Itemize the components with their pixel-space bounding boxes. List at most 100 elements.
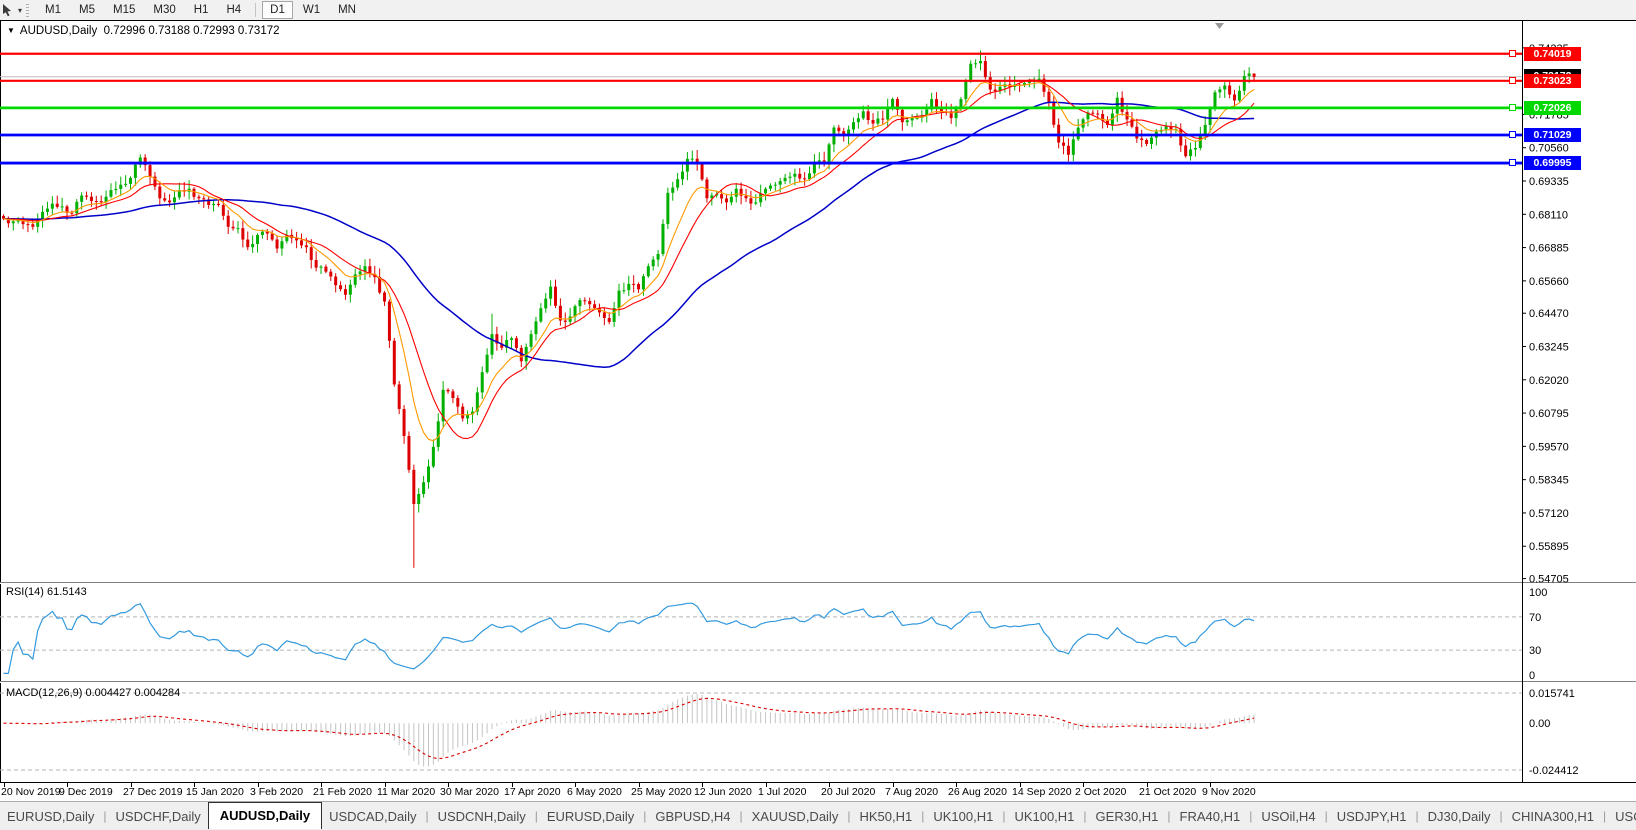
x-axis-date-label: 21 Oct 2020: [1139, 786, 1196, 798]
svg-text:0.59570: 0.59570: [1529, 441, 1569, 453]
svg-text:0.60795: 0.60795: [1529, 408, 1569, 420]
rsi-panel: 10070300: [0, 587, 1547, 682]
panel-frames: [0, 20, 1636, 801]
x-axis-date-label: 6 May 2020: [567, 786, 622, 798]
symbol-tab-UK100-H1[interactable]: UK100,H1: [1007, 803, 1081, 830]
x-axis-date-label: 25 May 2020: [631, 786, 692, 798]
timeframe-button-M5[interactable]: M5: [71, 1, 103, 19]
symbol-tab-FRA40-H1[interactable]: FRA40,H1: [1173, 803, 1248, 830]
tool-dropdown-caret-icon[interactable]: ▾: [18, 6, 22, 15]
svg-text:0.55895: 0.55895: [1529, 541, 1569, 553]
timeframe-button-M1[interactable]: M1: [37, 1, 69, 19]
symbol-tab-UK100-H1[interactable]: UK100,H1: [926, 803, 1000, 830]
x-axis-date-label: 26 Aug 2020: [948, 786, 1007, 798]
rsi-indicator-label: RSI(14) 61.5143: [6, 586, 87, 598]
tab-separator: |: [1247, 809, 1254, 823]
svg-text:0.66885: 0.66885: [1529, 243, 1569, 255]
symbol-tab-EURUSD-Daily[interactable]: EURUSD,Daily: [540, 803, 641, 830]
svg-text:70: 70: [1529, 612, 1541, 624]
symbol-tab-GBPUSD-H4[interactable]: GBPUSD,H4: [648, 803, 737, 830]
symbol-tab-AUDUSD-Daily[interactable]: AUDUSD,Daily: [208, 802, 322, 829]
symbol-tab-DJ30-Daily[interactable]: DJ30,Daily: [1421, 803, 1498, 830]
price-line-tag-0.73023[interactable]: 0.73023: [1524, 74, 1581, 88]
svg-text:0.70560: 0.70560: [1529, 143, 1569, 155]
svg-text:-0.024412: -0.024412: [1529, 765, 1579, 777]
tab-separator: |: [533, 809, 540, 823]
chart-ohlc-values: 0.72996 0.73188 0.72993 0.73172: [104, 25, 280, 37]
symbol-tab-USDJPY-H1[interactable]: USDJPY,H1: [1330, 803, 1414, 830]
price-line-tag-0.69995[interactable]: 0.69995: [1524, 156, 1581, 170]
svg-text:0.63245: 0.63245: [1529, 342, 1569, 354]
svg-text:0.58345: 0.58345: [1529, 475, 1569, 487]
tab-separator: |: [1498, 809, 1505, 823]
tab-separator: |: [1081, 809, 1088, 823]
x-axis-date-label: 21 Feb 2020: [313, 786, 372, 798]
svg-text:0: 0: [1529, 670, 1535, 682]
candlestick-series: [2, 50, 1256, 567]
symbol-tab-USOil-H4[interactable]: USOil,H4: [1254, 803, 1322, 830]
ma-line-sma45: [4, 102, 1255, 367]
cursor-tool-icon[interactable]: [1, 3, 16, 17]
toolbar-grip-handle[interactable]: [26, 4, 29, 17]
svg-text:30: 30: [1529, 645, 1541, 657]
svg-text:0.64470: 0.64470: [1529, 308, 1569, 320]
price-line-tag-0.69995-anchor[interactable]: [1509, 159, 1516, 166]
svg-text:0.69335: 0.69335: [1529, 176, 1569, 188]
symbol-tab-CHINA300-H1[interactable]: CHINA300,H1: [1505, 803, 1601, 830]
timeframe-button-M15[interactable]: M15: [105, 1, 143, 19]
x-axis-date-label: 3 Feb 2020: [250, 786, 303, 798]
price-line-tag-0.74019-anchor[interactable]: [1509, 50, 1516, 57]
svg-text:0.68110: 0.68110: [1529, 209, 1568, 221]
chart-symbol-label: AUDUSD,Daily: [20, 25, 97, 37]
x-axis-date-row: 20 Nov 20199 Dec 201927 Dec 201915 Jan 2…: [0, 783, 1636, 801]
symbol-tab-USDCAD-Daily[interactable]: USDCAD,Daily: [322, 803, 423, 830]
symbol-tab-GER30-H1[interactable]: GER30,H1: [1089, 803, 1166, 830]
x-axis-date-label: 9 Nov 2020: [1202, 786, 1256, 798]
x-axis-date-label: 17 Apr 2020: [504, 786, 561, 798]
chart-plot-area: 0.742350.717850.705600.693350.681100.668…: [0, 20, 1636, 801]
svg-text:0.015741: 0.015741: [1529, 688, 1575, 700]
price-line-tag-0.71029[interactable]: 0.71029: [1524, 128, 1581, 142]
symbol-tab-HK50-H1[interactable]: HK50,H1: [852, 803, 919, 830]
price-line-tag-0.74019[interactable]: 0.74019: [1524, 47, 1581, 61]
price-line-tag-0.72026-anchor[interactable]: [1509, 104, 1516, 111]
timeframe-button-M30[interactable]: M30: [145, 1, 183, 19]
rsi-line: [4, 603, 1255, 673]
chart-collapse-icon[interactable]: ▼: [7, 26, 15, 35]
x-axis-date-label: 2 Oct 2020: [1075, 786, 1126, 798]
symbol-tab-XAUUSD-Daily[interactable]: XAUUSD,Daily: [745, 803, 846, 830]
x-axis-date-label: 1 Jul 2020: [758, 786, 806, 798]
x-axis-date-label: 20 Nov 2019: [1, 786, 61, 798]
x-axis-date-label: 9 Dec 2019: [59, 786, 113, 798]
x-axis-date-label: 30 Mar 2020: [440, 786, 499, 798]
x-axis-date-label: 7 Aug 2020: [885, 786, 938, 798]
tab-separator: |: [1601, 809, 1608, 823]
tab-separator: |: [1323, 809, 1330, 823]
tab-separator: |: [1000, 809, 1007, 823]
chart-shift-marker[interactable]: [1215, 23, 1224, 29]
timeframe-toolbar: ▾ M1M5M15M30H1H4 D1W1MN: [0, 0, 1636, 21]
tab-separator: |: [738, 809, 745, 823]
x-axis-date-label: 12 Jun 2020: [694, 786, 752, 798]
symbol-tab-EURUSD-Daily[interactable]: EURUSD,Daily: [0, 803, 101, 830]
price-line-tag-0.71029-anchor[interactable]: [1509, 131, 1516, 138]
timeframe-button-H4[interactable]: H4: [218, 1, 249, 19]
symbol-tab-USDCNH-Daily[interactable]: USDCNH,Daily: [431, 803, 533, 830]
price-line-tag-0.73023-anchor[interactable]: [1509, 77, 1516, 84]
price-line-tag-0.72026[interactable]: 0.72026: [1524, 101, 1581, 115]
timeframe-button-W1[interactable]: W1: [295, 1, 328, 19]
tab-separator: |: [101, 809, 108, 823]
tab-separator: |: [919, 809, 926, 823]
svg-text:0.62020: 0.62020: [1529, 375, 1569, 387]
symbol-tab-USDCHF-Daily[interactable]: USDCHF,Daily: [109, 803, 208, 830]
macd-histogram: [4, 694, 1255, 767]
svg-text:0.00: 0.00: [1529, 718, 1550, 730]
svg-text:0.57120: 0.57120: [1529, 508, 1569, 520]
macd-signal-line: [4, 698, 1255, 758]
symbol-tab-USOil-H1[interactable]: USOil,H1: [1608, 803, 1636, 830]
timeframe-button-MN[interactable]: MN: [330, 1, 364, 19]
timeframe-button-H1[interactable]: H1: [186, 1, 217, 19]
y-axis-price-labels: 0.742350.717850.705600.693350.681100.668…: [1522, 43, 1569, 586]
tab-separator: |: [1165, 809, 1172, 823]
timeframe-button-D1[interactable]: D1: [262, 1, 293, 19]
